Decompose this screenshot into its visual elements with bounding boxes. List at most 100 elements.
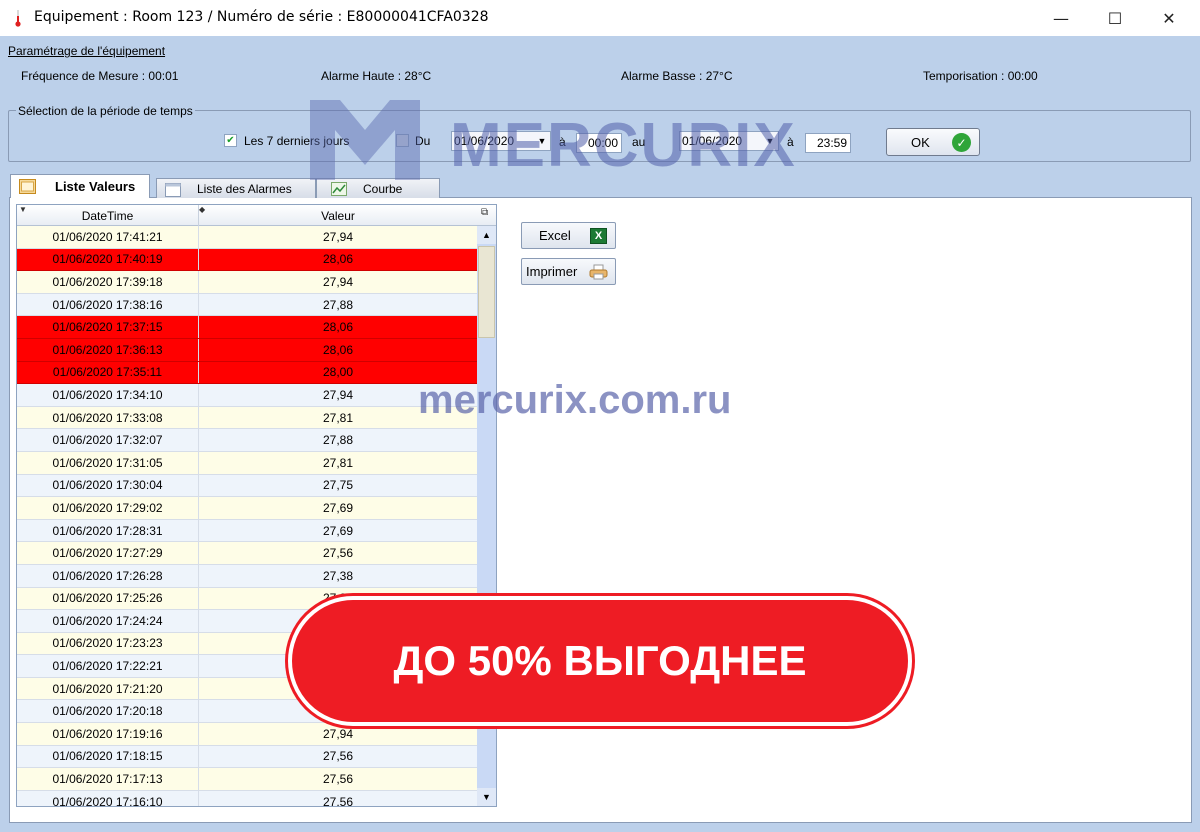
cell-datetime: 01/06/2020 17:39:18: [17, 271, 199, 293]
cell-datetime: 01/06/2020 17:34:10: [17, 384, 199, 406]
params-title: Paramétrage de l'équipement: [8, 44, 166, 58]
table-row[interactable]: 01/06/2020 17:29:02 27,69: [17, 497, 477, 520]
cell-datetime: 01/06/2020 17:38:16: [17, 293, 199, 316]
table-row-alarm[interactable]: 01/06/2020 17:37:15 28,06: [17, 316, 477, 339]
cell-valeur: 27,81: [322, 455, 354, 470]
cell-datetime: 01/06/2020 17:30:04: [17, 474, 199, 497]
cell-valeur: 28,06: [322, 320, 354, 335]
column-header-valeur[interactable]: Valeur: [199, 205, 477, 226]
cell-valeur: 27,56: [322, 794, 354, 807]
cell-datetime: 01/06/2020 17:21:20: [17, 677, 199, 700]
table-row[interactable]: 01/06/2020 17:31:05 27,81: [17, 451, 477, 475]
tab-courbe[interactable]: Courbe: [316, 178, 440, 198]
window-title: Equipement : Room 123 / Numéro de série …: [34, 9, 489, 25]
cell-valeur: 27,56: [322, 749, 354, 764]
last-7-days-checkbox[interactable]: ✔: [224, 134, 237, 147]
table-row-alarm[interactable]: 01/06/2020 17:36:13 28,06: [17, 338, 477, 362]
tab-courbe-label: Courbe: [363, 181, 403, 196]
cell-valeur: 27,94: [322, 274, 354, 289]
watermark-brand: MERCURIX: [450, 111, 797, 180]
cell-datetime: 01/06/2020 17:31:05: [17, 451, 199, 474]
cell-datetime: 01/06/2020 17:22:21: [17, 655, 199, 677]
cell-datetime: 01/06/2020 17:36:13: [17, 338, 199, 361]
cell-datetime: 01/06/2020 17:28:31: [17, 519, 199, 542]
table-row[interactable]: 01/06/2020 17:33:08 27,81: [17, 406, 477, 430]
period-legend: Sélection de la période de temps: [16, 104, 195, 118]
list-icon: [19, 179, 36, 194]
chart-icon: [331, 182, 347, 196]
table-row[interactable]: 01/06/2020 17:41:21 27,94: [17, 226, 477, 249]
alarme-basse-label: Alarme Basse : 27°C: [621, 69, 733, 83]
watermark-url: mercurix.com.ru: [418, 378, 732, 422]
cell-datetime: 01/06/2020 17:25:26: [17, 587, 199, 610]
table-row[interactable]: 01/06/2020 17:18:15 27,56: [17, 745, 477, 769]
time-to-input[interactable]: 23:59: [805, 133, 851, 153]
table-row[interactable]: 01/06/2020 17:17:13 27,56: [17, 768, 477, 791]
scroll-thumb[interactable]: [478, 246, 495, 338]
grid-header: ▼ DateTime ◆ Valeur ⧉: [17, 205, 496, 226]
excel-button[interactable]: Excel X: [521, 222, 616, 249]
cell-valeur: 27,69: [322, 500, 354, 515]
table-row[interactable]: 01/06/2020 17:34:10 27,94: [17, 384, 477, 407]
table-row[interactable]: 01/06/2020 17:19:16 27,94: [17, 723, 477, 746]
maximize-button[interactable]: ☐: [1092, 0, 1138, 36]
tab-liste-alarmes[interactable]: Liste des Alarmes: [156, 178, 316, 198]
calendar-icon: [165, 183, 181, 197]
cell-datetime: 01/06/2020 17:35:11: [17, 361, 199, 384]
cell-datetime: 01/06/2020 17:23:23: [17, 632, 199, 655]
column-header-datetime-label: DateTime: [81, 208, 134, 223]
column-chooser-icon[interactable]: ⧉: [481, 207, 488, 218]
excel-icon: X: [590, 228, 607, 244]
table-row[interactable]: 01/06/2020 17:30:04 27,75: [17, 474, 477, 498]
mercurix-logo: [310, 100, 420, 180]
title-bar: Equipement : Room 123 / Numéro de série …: [0, 0, 1200, 36]
cell-datetime: 01/06/2020 17:18:15: [17, 745, 199, 768]
excel-button-label: Excel: [539, 228, 571, 243]
alarme-haute-label: Alarme Haute : 28°C: [321, 69, 432, 83]
cell-datetime: 01/06/2020 17:17:13: [17, 768, 199, 790]
table-row[interactable]: 01/06/2020 17:38:16 27,88: [17, 293, 477, 317]
print-button[interactable]: Imprimer: [521, 258, 616, 285]
tab-liste-valeurs[interactable]: Liste Valeurs: [10, 174, 150, 198]
minimize-button[interactable]: —: [1038, 0, 1084, 36]
cell-datetime: 01/06/2020 17:27:29: [17, 542, 199, 564]
frequence-label: Fréquence de Mesure : 00:01: [21, 69, 179, 83]
cell-datetime: 01/06/2020 17:26:28: [17, 564, 199, 587]
column-header-datetime[interactable]: ▼ DateTime ◆: [17, 205, 205, 226]
cell-valeur: 27,38: [322, 568, 354, 583]
cell-valeur: 27,94: [322, 726, 354, 741]
table-row-alarm[interactable]: 01/06/2020 17:35:11 28,00: [17, 361, 477, 385]
cell-datetime: 01/06/2020 17:33:08: [17, 406, 199, 429]
ok-button[interactable]: OK ✓: [886, 128, 980, 156]
table-row[interactable]: 01/06/2020 17:26:28 27,38: [17, 564, 477, 588]
scroll-up-icon[interactable]: ▲: [477, 226, 496, 244]
table-row[interactable]: 01/06/2020 17:27:29 27,56: [17, 542, 477, 565]
tab-liste-valeurs-label: Liste Valeurs: [55, 179, 136, 194]
table-row[interactable]: 01/06/2020 17:28:31 27,69: [17, 519, 477, 543]
cell-datetime: 01/06/2020 17:32:07: [17, 429, 199, 451]
ok-button-label: OK: [911, 134, 930, 150]
close-button[interactable]: ✕: [1146, 0, 1192, 36]
cell-datetime: 01/06/2020 17:37:15: [17, 316, 199, 338]
cell-valeur: 27,94: [322, 229, 354, 244]
table-row[interactable]: 01/06/2020 17:39:18 27,94: [17, 271, 477, 294]
scroll-down-icon[interactable]: ▼: [477, 788, 496, 806]
cell-datetime: 01/06/2020 17:16:10: [17, 790, 199, 806]
cell-valeur: 28,06: [322, 342, 354, 357]
cell-datetime: 01/06/2020 17:24:24: [17, 610, 199, 632]
promo-badge: ДО 50% ВЫГОДНЕЕ: [288, 596, 912, 726]
thermometer-icon: [15, 10, 21, 27]
cell-datetime: 01/06/2020 17:41:21: [17, 226, 199, 248]
table-row[interactable]: 01/06/2020 17:16:10 27,56: [17, 790, 477, 807]
cell-valeur: 27,88: [322, 297, 354, 312]
cell-valeur: 27,56: [322, 772, 354, 787]
table-row-alarm[interactable]: 01/06/2020 17:40:19 28,06: [17, 248, 477, 272]
promo-text: ДО 50% ВЫГОДНЕЕ: [393, 637, 807, 684]
temporisation-label: Temporisation : 00:00: [923, 69, 1038, 83]
cell-valeur: 27,56: [322, 546, 354, 561]
cell-datetime: 01/06/2020 17:40:19: [17, 248, 199, 271]
cell-valeur: 28,06: [322, 252, 354, 267]
filter-icon[interactable]: ▼: [19, 205, 27, 214]
table-row[interactable]: 01/06/2020 17:32:07 27,88: [17, 429, 477, 452]
printer-icon: [589, 264, 608, 280]
